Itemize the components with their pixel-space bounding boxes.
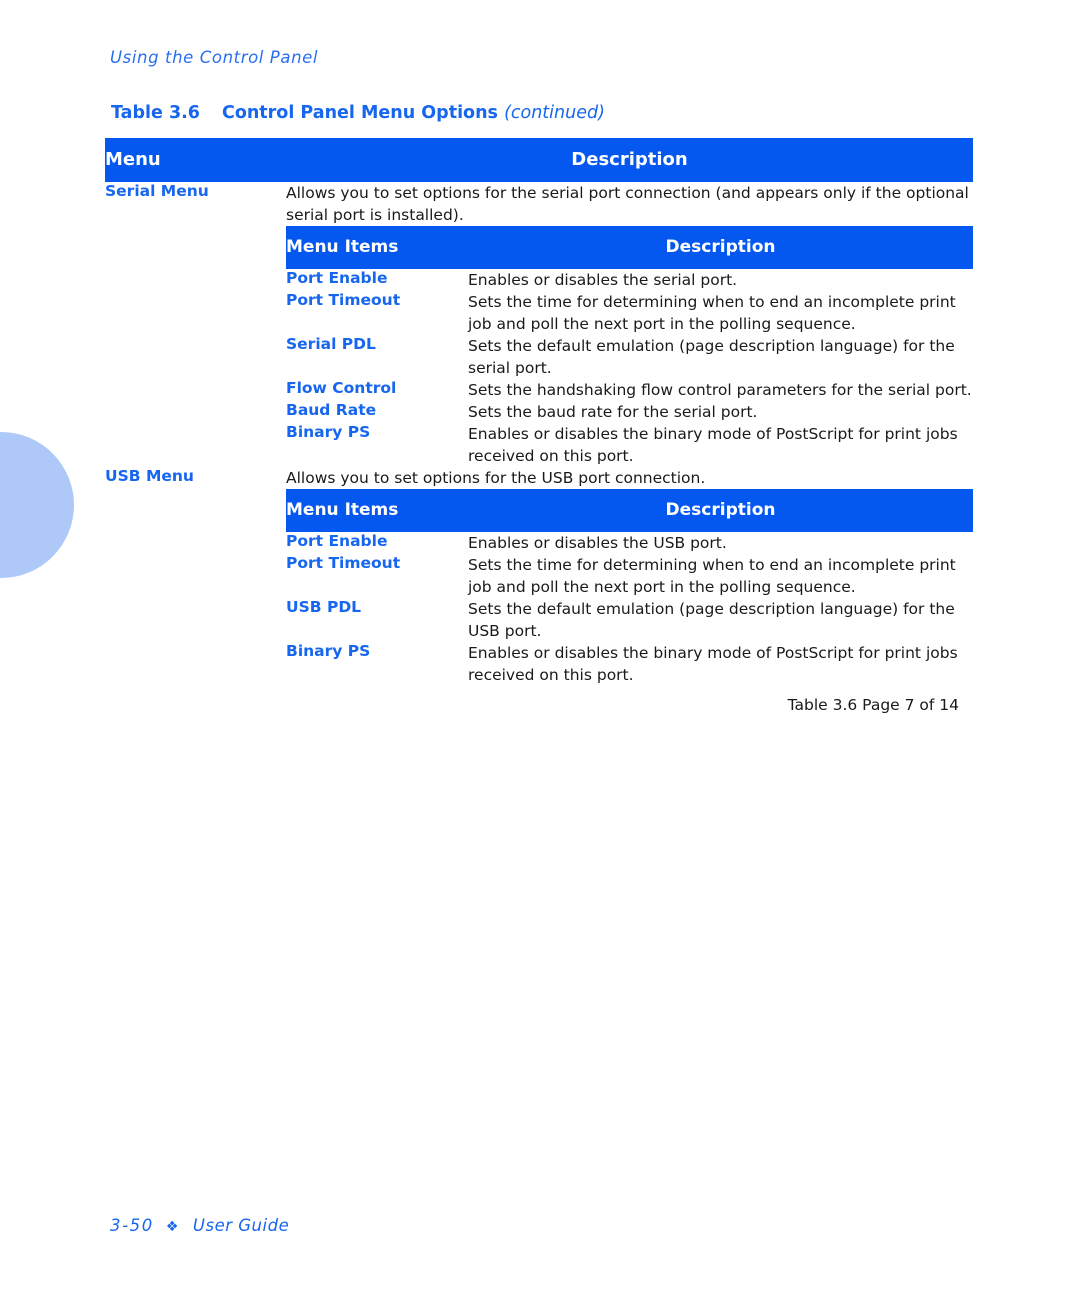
menu-item-name: Flow Control <box>286 379 397 397</box>
table-caption-title: Control Panel Menu Options <box>221 103 498 123</box>
control-panel-menu-table: Menu Description Serial Menu Allows you … <box>105 138 974 730</box>
page-footer: 3-50 ❖ User Guide <box>110 1216 289 1235</box>
section-description-usb: Allows you to set options for the USB po… <box>286 469 706 487</box>
menu-item-description: Enables or disables the binary mode of P… <box>468 644 958 684</box>
menu-item-description: Sets the default emulation (page descrip… <box>468 600 955 640</box>
menu-item-description: Sets the default emulation (page descrip… <box>468 337 955 377</box>
header-cell-description: Description <box>286 138 974 182</box>
menu-item-name: Port Timeout <box>286 291 401 309</box>
section-menu-name-serial: Serial Menu <box>105 182 209 200</box>
running-header: Using the Control Panel <box>110 48 319 67</box>
menu-item-description: Sets the handshaking flow control parame… <box>468 381 972 399</box>
table-caption: Table 3.6 Control Panel Menu Options (con… <box>111 103 605 123</box>
subheader-cell-description: Description <box>468 226 974 269</box>
table-row: Serial Menu Allows you to set options fo… <box>105 182 973 226</box>
menu-item-name: Baud Rate <box>286 401 377 419</box>
menu-item-name: Binary PS <box>286 423 371 441</box>
header-cell-menu: Menu <box>105 138 286 182</box>
subheader-cell-menu-items: Menu Items <box>286 489 468 532</box>
menu-item-description: Enables or disables the serial port. <box>468 271 738 289</box>
subheader-cell-menu-items: Menu Items <box>286 226 468 269</box>
table-footer-row: Table 3.6 Page 7 of 14 <box>105 686 973 730</box>
menu-item-description: Enables or disables the binary mode of P… <box>468 425 958 465</box>
table-caption-number: Table 3.6 <box>111 103 200 123</box>
section-description-serial: Allows you to set options for the serial… <box>286 184 969 224</box>
table-page-note: Table 3.6 Page 7 of 14 <box>787 696 960 714</box>
decorative-circle <box>0 432 74 578</box>
menu-item-description: Sets the time for determining when to en… <box>468 556 956 596</box>
menu-item-name: Port Enable <box>286 269 388 287</box>
menu-item-name: Port Timeout <box>286 554 401 572</box>
page-number: 3-50 <box>110 1216 154 1235</box>
section-menu-name-usb: USB Menu <box>105 467 194 485</box>
document-page: Using the Control Panel Table 3.6 Control… <box>0 0 1080 1296</box>
menu-item-name: Serial PDL <box>286 335 376 353</box>
menu-item-name: Port Enable <box>286 532 388 550</box>
subheader-cell-description: Description <box>468 489 974 532</box>
table-caption-continued: (continued) <box>504 103 605 123</box>
menu-item-name: Binary PS <box>286 642 371 660</box>
table-header-row: Menu Description <box>105 138 974 182</box>
menu-item-name: USB PDL <box>286 598 362 616</box>
table-row: USB Menu Allows you to set options for t… <box>105 467 973 489</box>
menu-item-description: Enables or disables the USB port. <box>468 534 727 552</box>
menu-item-description: Sets the time for determining when to en… <box>468 293 956 333</box>
page-footer-label: User Guide <box>192 1216 290 1235</box>
diamond-bullet-icon: ❖ <box>165 1219 179 1235</box>
menu-item-description: Sets the baud rate for the serial port. <box>468 403 758 421</box>
